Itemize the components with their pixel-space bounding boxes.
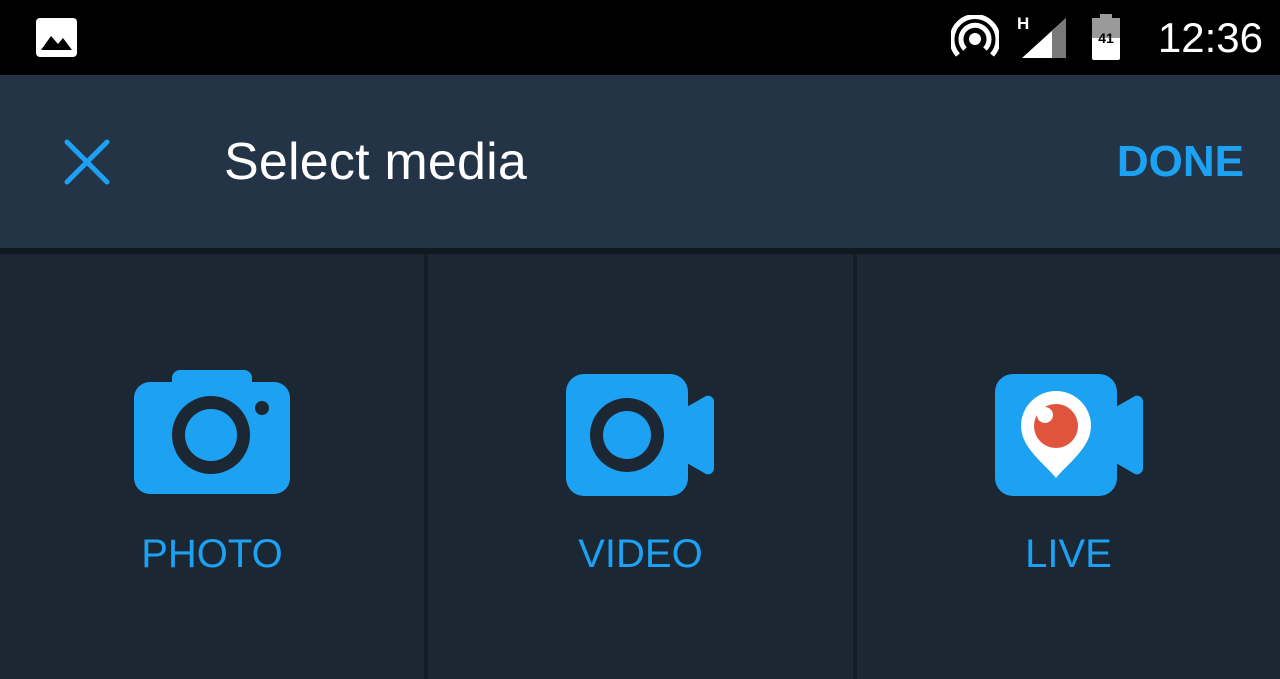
close-button[interactable] — [52, 127, 122, 197]
photo-option[interactable]: PHOTO — [0, 254, 424, 679]
gallery-icon — [36, 18, 77, 57]
app-bar: Select media DONE — [0, 75, 1280, 248]
video-option[interactable]: VIDEO — [428, 254, 853, 679]
live-label: LIVE — [1025, 532, 1112, 576]
camera-icon — [134, 370, 290, 499]
status-bar: H 41 12:36 — [0, 0, 1280, 75]
signal-icon: H — [1016, 14, 1068, 60]
video-label: VIDEO — [578, 532, 703, 576]
live-option[interactable]: LIVE — [857, 254, 1280, 679]
close-icon — [64, 139, 110, 185]
status-clock: 12:36 — [1157, 14, 1263, 61]
page-title: Select media — [224, 133, 527, 191]
hotspot-icon — [949, 14, 1001, 63]
video-camera-icon — [566, 374, 716, 501]
network-type-label: H — [1017, 14, 1029, 33]
photo-label: PHOTO — [141, 532, 283, 576]
media-options: PHOTO VIDEO LIVE — [0, 254, 1280, 679]
battery-icon: 41 — [1090, 14, 1122, 60]
done-button[interactable]: DONE — [1117, 131, 1244, 193]
periscope-live-icon — [995, 374, 1145, 501]
battery-level: 41 — [1098, 30, 1114, 46]
